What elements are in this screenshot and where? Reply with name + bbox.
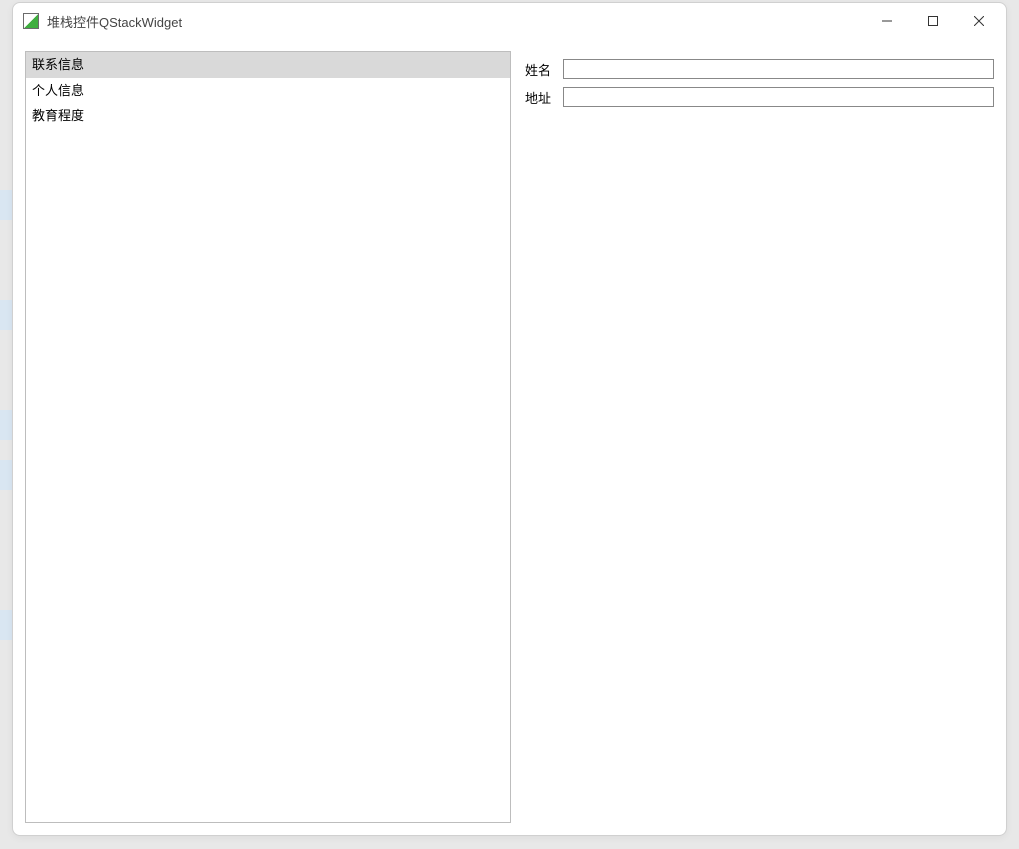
close-button[interactable] xyxy=(956,3,1002,39)
list-item[interactable]: 个人信息 xyxy=(26,78,510,104)
form-label: 姓名 xyxy=(525,60,559,79)
form-row: 地址 xyxy=(525,87,994,107)
close-icon xyxy=(974,16,984,26)
list-item[interactable]: 教育程度 xyxy=(26,103,510,129)
form-input[interactable] xyxy=(563,59,994,79)
form-panel: 姓名地址 xyxy=(525,51,994,823)
form-row: 姓名 xyxy=(525,59,994,79)
category-list[interactable]: 联系信息个人信息教育程度 xyxy=(25,51,511,823)
form-input[interactable] xyxy=(563,87,994,107)
maximize-icon xyxy=(928,16,938,26)
form-label: 地址 xyxy=(525,88,559,107)
titlebar[interactable]: 堆栈控件QStackWidget xyxy=(13,3,1006,39)
minimize-icon xyxy=(882,16,892,26)
window-title: 堆栈控件QStackWidget xyxy=(47,12,864,31)
window-controls xyxy=(864,3,1002,39)
content-area: 联系信息个人信息教育程度 姓名地址 xyxy=(13,39,1006,835)
app-icon xyxy=(23,13,39,29)
minimize-button[interactable] xyxy=(864,3,910,39)
maximize-button[interactable] xyxy=(910,3,956,39)
list-item[interactable]: 联系信息 xyxy=(26,52,510,78)
main-window: 堆栈控件QStackWidget 联系信息个人信息教育程度 姓名地址 xyxy=(12,2,1007,836)
